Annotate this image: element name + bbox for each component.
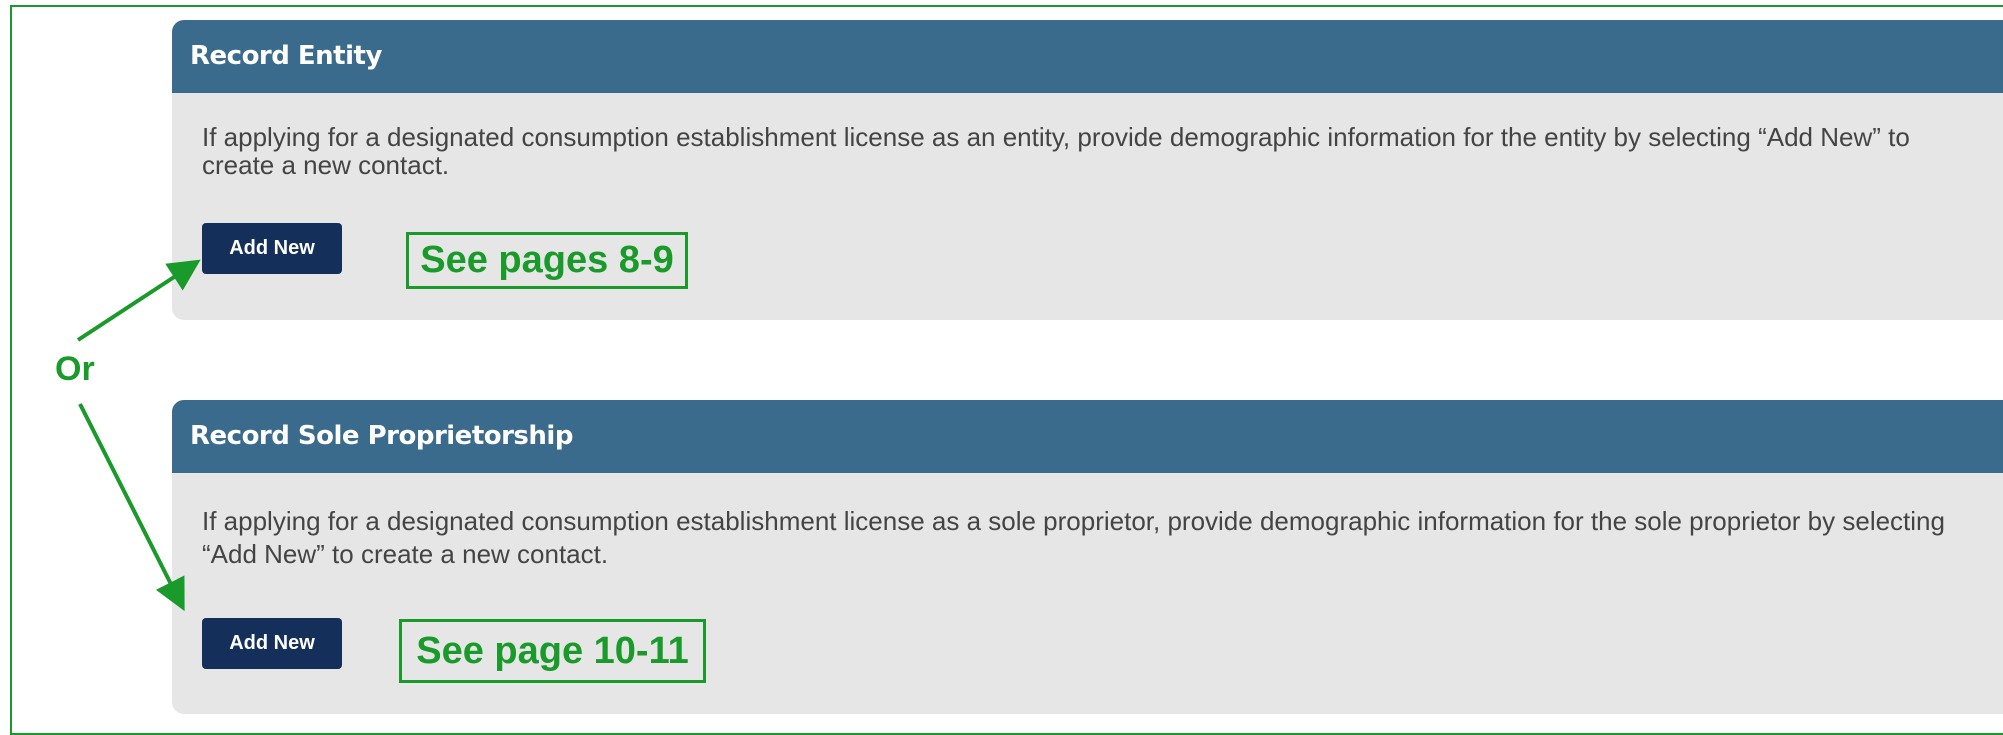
arrow-to-sole-button — [78, 403, 185, 612]
annotation-arrows — [76, 259, 201, 612]
arrow-to-entity-button — [76, 259, 201, 342]
